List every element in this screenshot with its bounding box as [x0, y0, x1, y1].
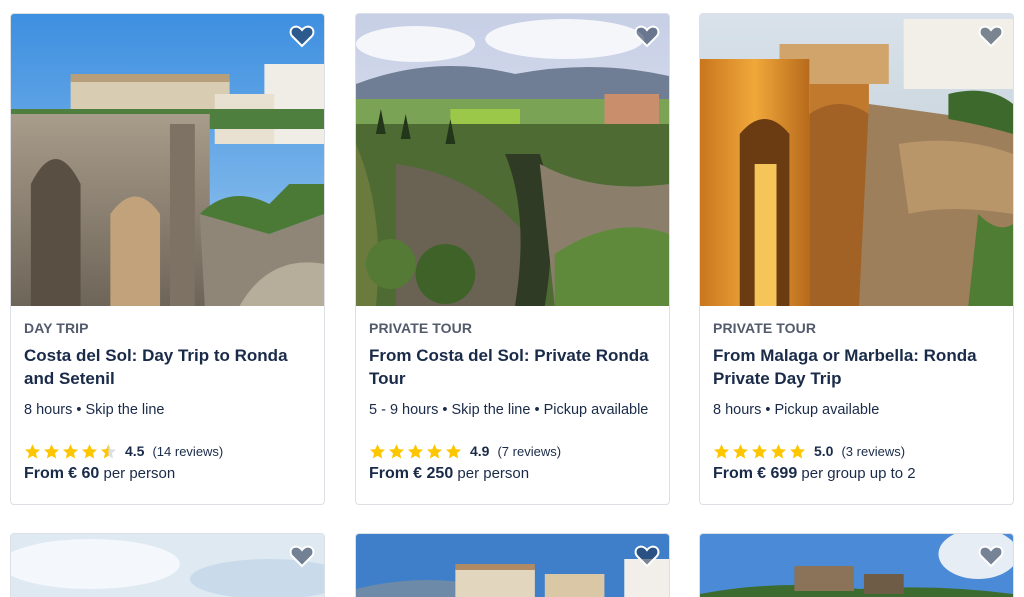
card-footer: 4.9 (7 reviews) From € 250 per person — [369, 441, 656, 483]
star-full-icon — [25, 443, 40, 458]
rating-row: 4.9 (7 reviews) — [369, 441, 656, 461]
price: From € 60 per person — [24, 465, 311, 483]
wishlist-heart-icon[interactable] — [288, 22, 316, 50]
card-meta: 5 - 9 hours • Skip the line • Pickup ava… — [369, 402, 649, 418]
rating-value: 5.0 — [814, 443, 834, 459]
star-full-icon — [427, 443, 442, 458]
card-category: DAY TRIP — [24, 320, 89, 336]
activity-card[interactable] — [10, 533, 325, 597]
wishlist-heart-icon[interactable] — [288, 542, 316, 570]
review-count: (14 reviews) — [152, 443, 224, 459]
star-full-icon — [790, 443, 805, 458]
price-amount: € 60 — [68, 465, 100, 482]
card-title[interactable]: From Costa del Sol: Private Ronda Tour — [369, 344, 656, 390]
review-count: (3 reviews) — [841, 443, 906, 459]
card-footer: 5.0 (3 reviews) From € 699 per group up … — [713, 441, 1000, 483]
card-meta: 8 hours • Pickup available — [713, 402, 880, 418]
card-title[interactable]: From Malaga or Marbella: Ronda Private D… — [713, 344, 1000, 390]
star-full-icon — [446, 443, 461, 458]
gorge-photo — [356, 14, 669, 306]
activity-card-grid: DAY TRIP Costa del Sol: Day Trip to Rond… — [0, 0, 1024, 597]
card-title[interactable]: Costa del Sol: Day Trip to Ronda and Set… — [24, 344, 311, 390]
star-full-icon — [82, 443, 97, 458]
activity-card[interactable] — [355, 533, 670, 597]
star-full-icon — [408, 443, 423, 458]
price-prefix: From — [24, 465, 64, 482]
star-full-icon — [63, 443, 78, 458]
card-image[interactable] — [700, 14, 1013, 306]
card-category: PRIVATE TOUR — [369, 320, 473, 336]
card-body: PRIVATE TOUR From Malaga or Marbella: Ro… — [700, 306, 1013, 493]
star-full-icon — [733, 443, 748, 458]
rating-value: 4.5 — [125, 443, 145, 459]
review-count: (7 reviews) — [497, 443, 562, 459]
card-footer: 4.5 (14 reviews) From € 60 per person — [24, 441, 311, 483]
wishlist-heart-icon[interactable] — [633, 542, 661, 570]
price-suffix: per person — [103, 465, 176, 482]
activity-card[interactable] — [699, 533, 1014, 597]
card-image[interactable] — [356, 14, 669, 306]
card-body: DAY TRIP Costa del Sol: Day Trip to Rond… — [11, 306, 324, 493]
star-full-icon — [44, 443, 59, 458]
star-full-icon — [714, 443, 729, 458]
price-prefix: From — [713, 465, 753, 482]
price: From € 699 per group up to 2 — [713, 465, 1000, 483]
star-rating — [369, 443, 462, 460]
price-suffix: per person — [457, 465, 530, 482]
sky-photo — [11, 534, 324, 597]
card-meta: 8 hours • Skip the line — [24, 402, 165, 418]
card-body: PRIVATE TOUR From Costa del Sol: Private… — [356, 306, 669, 493]
bridge-photo — [11, 14, 324, 306]
wishlist-heart-icon[interactable] — [633, 22, 661, 50]
night-bridge-photo — [700, 14, 1013, 306]
price: From € 250 per person — [369, 465, 656, 483]
star-half-icon — [101, 443, 116, 458]
star-full-icon — [389, 443, 404, 458]
card-image[interactable] — [11, 14, 324, 306]
rating-row: 5.0 (3 reviews) — [713, 441, 1000, 461]
price-prefix: From — [369, 465, 409, 482]
wishlist-heart-icon[interactable] — [977, 22, 1005, 50]
star-rating — [24, 443, 117, 460]
price-amount: € 250 — [413, 465, 454, 482]
star-rating — [713, 443, 806, 460]
star-full-icon — [370, 443, 385, 458]
wishlist-heart-icon[interactable] — [977, 542, 1005, 570]
star-full-icon — [771, 443, 786, 458]
rating-row: 4.5 (14 reviews) — [24, 441, 311, 461]
price-suffix: per group up to 2 — [801, 465, 916, 482]
activity-card[interactable]: PRIVATE TOUR From Costa del Sol: Private… — [355, 13, 670, 505]
card-image[interactable] — [700, 534, 1013, 597]
activity-card[interactable]: DAY TRIP Costa del Sol: Day Trip to Rond… — [10, 13, 325, 505]
activity-card[interactable]: PRIVATE TOUR From Malaga or Marbella: Ro… — [699, 13, 1014, 505]
rating-value: 4.9 — [470, 443, 490, 459]
town-photo — [356, 534, 669, 597]
hilltop-photo — [700, 534, 1013, 597]
star-full-icon — [752, 443, 767, 458]
card-image[interactable] — [356, 534, 669, 597]
price-amount: € 699 — [757, 465, 798, 482]
card-image[interactable] — [11, 534, 324, 597]
card-category: PRIVATE TOUR — [713, 320, 817, 336]
